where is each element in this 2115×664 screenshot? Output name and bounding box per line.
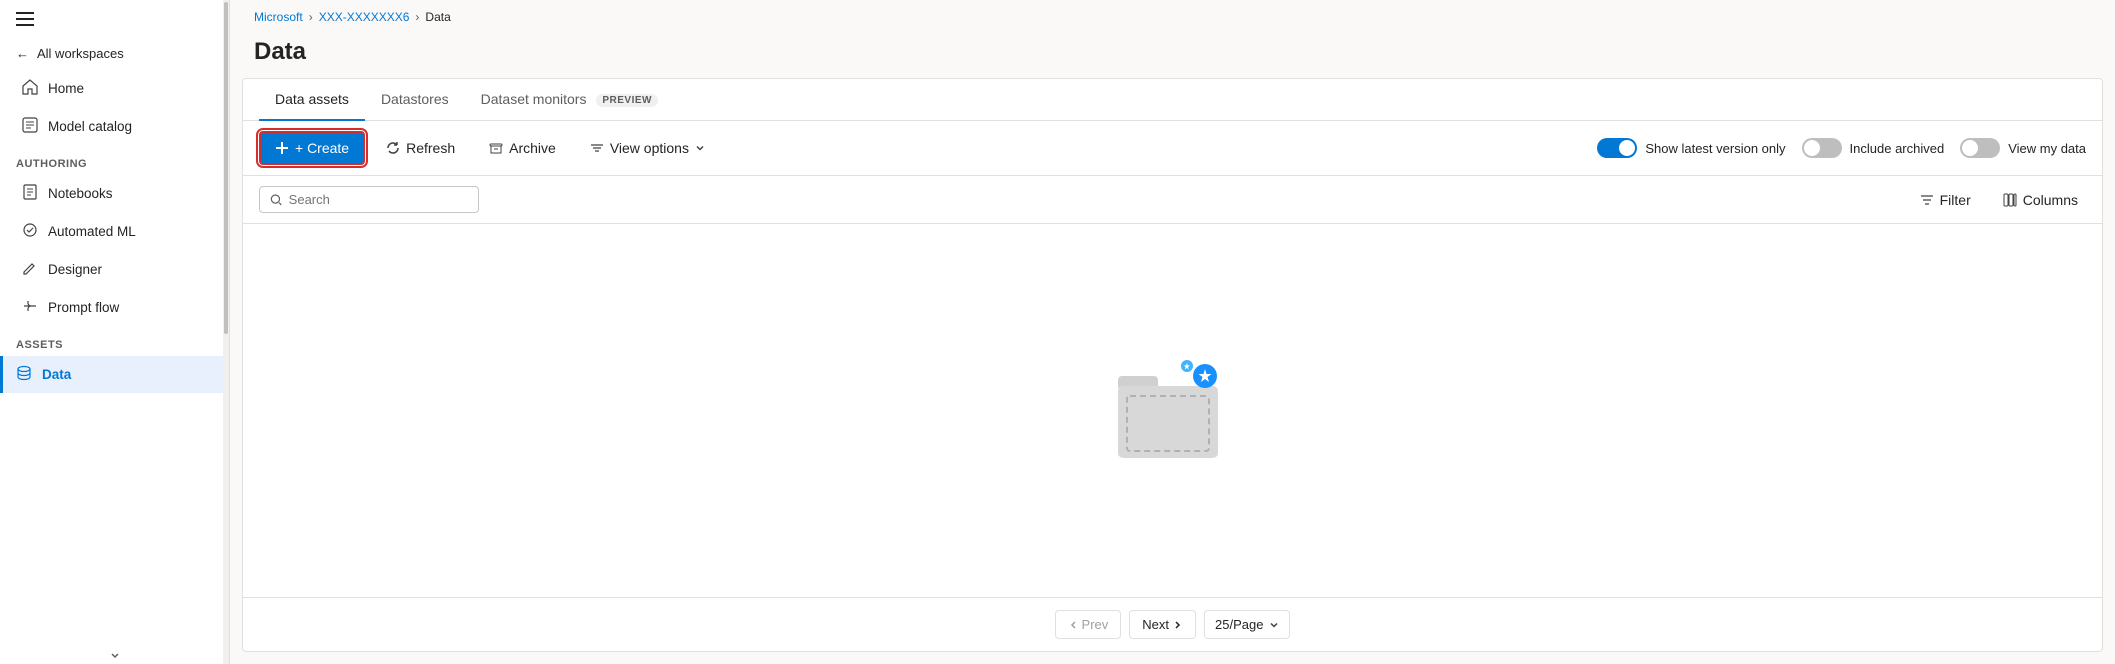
- back-arrow-icon: ←: [16, 46, 29, 61]
- notebooks-icon: [22, 184, 38, 203]
- home-icon: [22, 79, 38, 98]
- sidebar-top: [0, 0, 229, 38]
- tabs: Data assets Datastores Dataset monitors …: [243, 79, 2102, 121]
- view-my-data-toggle[interactable]: [1960, 138, 2000, 158]
- content-area: Data assets Datastores Dataset monitors …: [242, 78, 2103, 652]
- breadcrumb-sep1: ›: [309, 10, 313, 24]
- refresh-button[interactable]: Refresh: [373, 133, 468, 163]
- pagination: Prev Next 25/Page: [243, 597, 2102, 651]
- sidebar-item-label: Notebooks: [48, 186, 113, 201]
- show-latest-label: Show latest version only: [1645, 141, 1785, 156]
- chevron-right-icon: [1173, 620, 1183, 630]
- columns-label: Columns: [2023, 192, 2078, 208]
- search-input[interactable]: [289, 192, 468, 207]
- automated-ml-icon: [22, 222, 38, 241]
- refresh-label: Refresh: [406, 140, 455, 156]
- include-archived-label: Include archived: [1850, 141, 1945, 156]
- search-icon: [270, 193, 283, 207]
- prompt-flow-icon: [22, 298, 38, 317]
- view-my-data-label: View my data: [2008, 141, 2086, 156]
- sidebar-item-home[interactable]: Home: [6, 70, 223, 107]
- filter-label: Filter: [1940, 192, 1971, 208]
- model-catalog-icon: [22, 117, 38, 136]
- breadcrumb-org[interactable]: Microsoft: [254, 10, 303, 24]
- sidebar-nav: Home Model catalog Authoring Notebooks A…: [0, 69, 229, 664]
- prev-button[interactable]: Prev: [1055, 610, 1122, 639]
- show-latest-toggle[interactable]: [1597, 138, 1637, 158]
- archive-button[interactable]: Archive: [476, 133, 569, 163]
- preview-badge: PREVIEW: [596, 94, 658, 107]
- sidebar-item-label: Data: [42, 367, 71, 382]
- view-my-data-toggle-group: View my data: [1960, 138, 2086, 158]
- filter-button[interactable]: Filter: [1912, 187, 1979, 213]
- include-archived-toggle-group: Include archived: [1802, 138, 1945, 158]
- sidebar: ← All workspaces Home Model catalog Auth…: [0, 0, 230, 664]
- create-button[interactable]: + Create: [259, 131, 365, 165]
- view-options-label: View options: [610, 140, 689, 156]
- view-options-button[interactable]: View options: [577, 133, 718, 163]
- sidebar-item-model-catalog[interactable]: Model catalog: [6, 108, 223, 145]
- include-archived-toggle[interactable]: [1802, 138, 1842, 158]
- toolbar: + Create Refresh Archive View options: [243, 121, 2102, 176]
- hamburger-icon[interactable]: [16, 12, 34, 26]
- sidebar-item-label: Automated ML: [48, 224, 136, 239]
- empty-state: [243, 224, 2102, 597]
- sidebar-item-label: Model catalog: [48, 119, 132, 134]
- chevron-left-icon: [1068, 620, 1078, 630]
- tab-data-assets[interactable]: Data assets: [259, 79, 365, 121]
- prev-label: Prev: [1082, 617, 1109, 632]
- breadcrumb-current: Data: [425, 10, 450, 24]
- breadcrumb: Microsoft › XXX-XXXXXXX6 › Data: [230, 0, 2115, 34]
- next-button[interactable]: Next: [1129, 610, 1196, 639]
- page-size-select[interactable]: 25/Page: [1204, 610, 1290, 639]
- all-workspaces-link[interactable]: ← All workspaces: [0, 38, 229, 69]
- search-filter-bar: Filter Columns: [243, 176, 2102, 224]
- sidebar-item-label: Prompt flow: [48, 300, 119, 315]
- toolbar-right: Show latest version only Include archive…: [1597, 138, 2086, 158]
- designer-icon: [22, 260, 38, 279]
- tab-dataset-monitors[interactable]: Dataset monitors PREVIEW: [465, 79, 674, 121]
- chevron-down-icon: [1269, 620, 1279, 630]
- sidebar-item-automated-ml[interactable]: Automated ML: [6, 213, 223, 250]
- sidebar-item-prompt-flow[interactable]: Prompt flow: [6, 289, 223, 326]
- authoring-section-label: Authoring: [0, 146, 229, 174]
- breadcrumb-sep2: ›: [415, 10, 419, 24]
- sidebar-item-data[interactable]: Data: [0, 356, 223, 393]
- sidebar-item-label: Designer: [48, 262, 102, 277]
- search-box[interactable]: [259, 186, 479, 213]
- page-title: Data: [230, 34, 2115, 78]
- breadcrumb-workspace[interactable]: XXX-XXXXXXX6: [319, 10, 410, 24]
- next-label: Next: [1142, 617, 1169, 632]
- tab-datastores[interactable]: Datastores: [365, 79, 465, 121]
- empty-folder-illustration: [1113, 356, 1233, 466]
- sidebar-item-designer[interactable]: Designer: [6, 251, 223, 288]
- main-content: Microsoft › XXX-XXXXXXX6 › Data Data Dat…: [230, 0, 2115, 664]
- data-icon: [16, 365, 32, 384]
- show-latest-toggle-group: Show latest version only: [1597, 138, 1785, 158]
- assets-section-label: Assets: [0, 327, 229, 355]
- columns-button[interactable]: Columns: [1995, 187, 2086, 213]
- archive-label: Archive: [509, 140, 556, 156]
- sidebar-scroll-down[interactable]: [0, 646, 229, 664]
- filter-right: Filter Columns: [1912, 187, 2086, 213]
- chevron-down-icon: [695, 143, 705, 153]
- all-workspaces-label: All workspaces: [37, 46, 124, 61]
- page-size-label: 25/Page: [1215, 617, 1263, 632]
- sidebar-item-notebooks[interactable]: Notebooks: [6, 175, 223, 212]
- create-label: + Create: [295, 140, 349, 156]
- sidebar-item-label: Home: [48, 81, 84, 96]
